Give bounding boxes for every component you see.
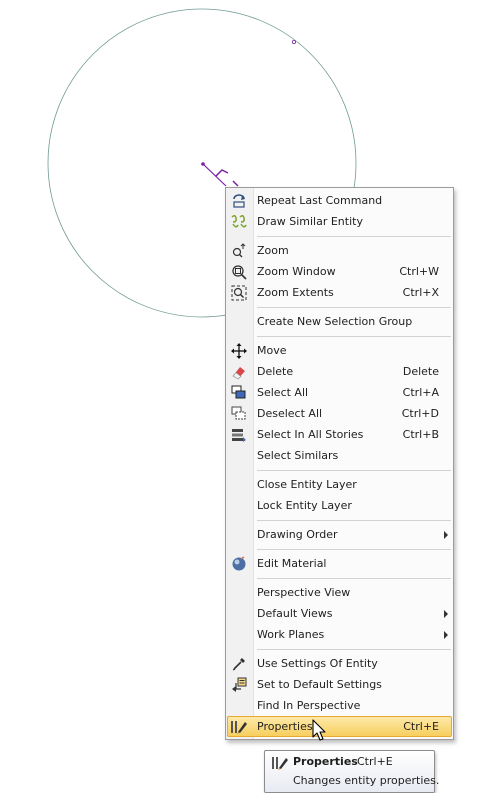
menu-item-label: Set to Default Settings: [257, 678, 382, 691]
menu-item-shortcut: Ctrl+D: [401, 407, 439, 420]
menu-item-default-views[interactable]: Default Views: [226, 603, 453, 624]
menu-item-label: Default Views: [257, 607, 333, 620]
tooltip-description: Changes entity properties.: [293, 774, 440, 787]
menu-item-lock-entity-layer[interactable]: Lock Entity Layer: [226, 495, 453, 516]
menu-item-label: Zoom Extents: [257, 286, 334, 299]
select-stories-icon: [230, 426, 248, 443]
properties-icon: [230, 718, 248, 735]
move-icon: [230, 342, 248, 359]
menu-separator: [226, 574, 453, 582]
eraser-icon: [230, 363, 248, 380]
eyedropper-icon: [230, 655, 248, 672]
menu-item-label: Use Settings Of Entity: [257, 657, 378, 670]
menu-item-use-settings-of-entity[interactable]: Use Settings Of Entity: [226, 653, 453, 674]
menu-item-label: Deselect All: [257, 407, 323, 420]
menu-item-label: Repeat Last Command: [257, 194, 383, 207]
circle-grip-point[interactable]: [291, 40, 296, 45]
properties-tooltip: Properties Ctrl+E Changes entity propert…: [264, 750, 439, 793]
menu-item-set-to-default-settings[interactable]: Set to Default Settings: [226, 674, 453, 695]
menu-item-select-similars[interactable]: Select Similars: [226, 445, 453, 466]
menu-item-repeat-last-command[interactable]: Repeat Last Command: [226, 190, 453, 211]
select-all-icon: [230, 384, 248, 401]
menu-separator: [226, 545, 453, 553]
menu-item-label: Perspective View: [257, 586, 351, 599]
zoom-window-icon: [230, 263, 248, 280]
menu-item-shortcut: Ctrl+E: [403, 720, 439, 733]
menu-item-draw-similar-entity[interactable]: Draw Similar Entity: [226, 211, 453, 232]
menu-item-shortcut: Ctrl+A: [402, 386, 439, 399]
menu-item-label: Delete: [257, 365, 294, 378]
menu-item-properties[interactable]: Properties Ctrl+E: [226, 716, 453, 737]
draw-similar-icon: [230, 213, 248, 230]
menu-item-shortcut: Delete: [402, 365, 439, 378]
menu-separator: [226, 645, 453, 653]
menu-item-close-entity-layer[interactable]: Close Entity Layer: [226, 474, 453, 495]
default-settings-icon: [230, 676, 248, 693]
menu-item-label: Zoom Window: [257, 265, 336, 278]
deselect-all-icon: [230, 405, 248, 422]
menu-item-label: Zoom: [257, 244, 289, 257]
submenu-arrow-icon: [444, 610, 448, 618]
menu-separator: [226, 516, 453, 524]
menu-item-perspective-view[interactable]: Perspective View: [226, 582, 453, 603]
menu-item-find-in-perspective[interactable]: Find In Perspective: [226, 695, 453, 716]
menu-item-move[interactable]: Move: [226, 340, 453, 361]
menu-item-label: Select In All Stories: [257, 428, 364, 441]
menu-item-shortcut: Ctrl+B: [402, 428, 439, 441]
menu-item-label: Lock Entity Layer: [257, 499, 352, 512]
menu-item-edit-material[interactable]: Edit Material: [226, 553, 453, 574]
menu-item-label: Close Entity Layer: [257, 478, 357, 491]
zoom-extents-icon: [230, 284, 248, 301]
tooltip-title: Properties: [293, 755, 358, 768]
menu-item-zoom-window[interactable]: Zoom Window Ctrl+W: [226, 261, 453, 282]
menu-item-label: Select All: [257, 386, 309, 399]
menu-separator: [226, 466, 453, 474]
menu-separator: [226, 303, 453, 311]
menu-item-deselect-all[interactable]: Deselect All Ctrl+D: [226, 403, 453, 424]
menu-item-create-new-selection-group[interactable]: Create New Selection Group: [226, 311, 453, 332]
menu-item-shortcut: Ctrl+X: [402, 286, 439, 299]
menu-item-label: Move: [257, 344, 287, 357]
menu-separator: [226, 332, 453, 340]
menu-item-label: Drawing Order: [257, 528, 338, 541]
mouse-pointer-icon: [312, 719, 326, 741]
context-menu: Repeat Last Command Draw Similar Entity Zo…: [225, 187, 454, 740]
menu-item-label: Properties: [257, 720, 313, 733]
menu-item-label: Edit Material: [257, 557, 327, 570]
repeat-command-icon: [230, 192, 248, 209]
submenu-arrow-icon: [444, 631, 448, 639]
zoom-icon: [230, 242, 248, 259]
selected-entity[interactable]: [201, 162, 239, 187]
menu-item-shortcut: Ctrl+W: [399, 265, 439, 278]
menu-item-label: Work Planes: [257, 628, 325, 641]
menu-item-select-in-all-stories[interactable]: Select In All Stories Ctrl+B: [226, 424, 453, 445]
menu-item-zoom-extents[interactable]: Zoom Extents Ctrl+X: [226, 282, 453, 303]
tooltip-shortcut: Ctrl+E: [357, 755, 393, 768]
menu-item-label: Draw Similar Entity: [257, 215, 363, 228]
menu-item-work-planes[interactable]: Work Planes: [226, 624, 453, 645]
menu-item-zoom[interactable]: Zoom: [226, 240, 453, 261]
menu-item-label: Create New Selection Group: [257, 315, 413, 328]
menu-item-select-all[interactable]: Select All Ctrl+A: [226, 382, 453, 403]
menu-separator: [226, 232, 453, 240]
properties-icon: [271, 755, 289, 771]
menu-item-drawing-order[interactable]: Drawing Order: [226, 524, 453, 545]
menu-item-label: Select Similars: [257, 449, 339, 462]
submenu-arrow-icon: [444, 531, 448, 539]
material-sphere-icon: [230, 555, 248, 572]
menu-item-label: Find In Perspective: [257, 699, 361, 712]
menu-item-delete[interactable]: Delete Delete: [226, 361, 453, 382]
